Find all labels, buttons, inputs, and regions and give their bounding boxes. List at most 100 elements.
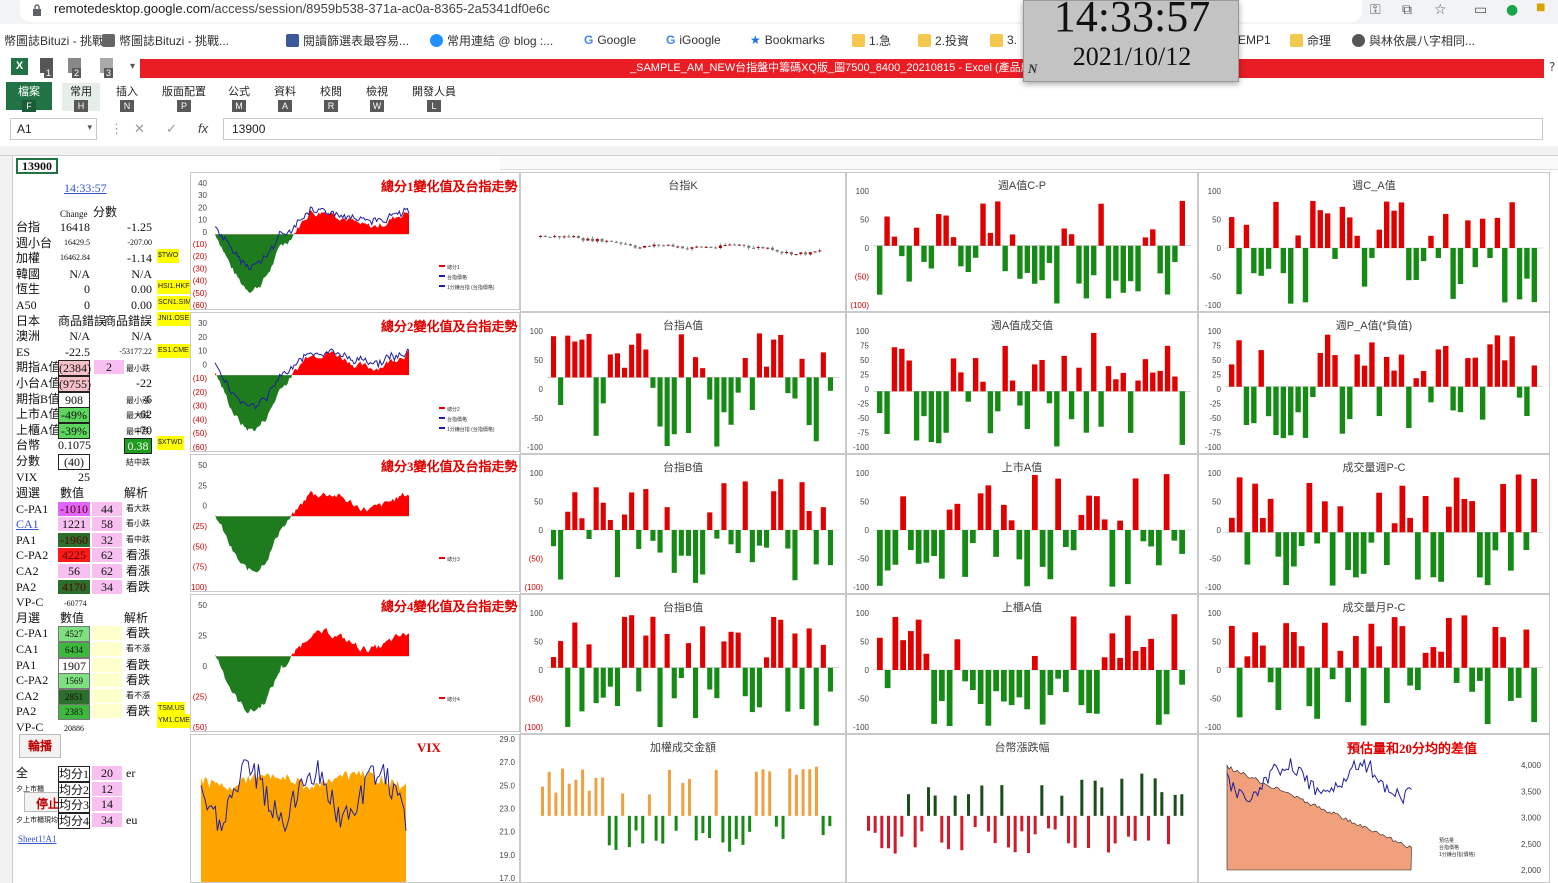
tab-page-layout[interactable]: 版面配置 P xyxy=(160,83,208,112)
tab-formulas[interactable]: 公式 M xyxy=(224,83,254,112)
tab-review[interactable]: 校閱 R xyxy=(316,83,346,112)
legend-label: 總分3 xyxy=(447,556,460,563)
bar-up xyxy=(977,493,984,530)
vix-area xyxy=(201,769,406,882)
bookmark-folder-4[interactable]: 命理 xyxy=(1290,31,1331,49)
tab-insert[interactable]: 插入 N xyxy=(112,83,142,112)
bar-down xyxy=(1484,667,1491,725)
candle-body xyxy=(804,252,808,255)
candle-body xyxy=(595,238,599,242)
bar-down xyxy=(1329,532,1336,586)
bar-up xyxy=(1391,617,1398,668)
bar-down xyxy=(607,815,611,846)
bookmark-2[interactable]: 幣圖誌Bituzi - 挑戰... xyxy=(102,31,229,49)
y-tick-label: (60) xyxy=(193,443,208,451)
rotate-button[interactable]: 輪播 xyxy=(19,734,61,758)
tab-developer[interactable]: 開發人員 L xyxy=(410,83,458,112)
bar-down xyxy=(1515,667,1522,698)
bookmark-bookmarks[interactable]: ★ Bookmarks xyxy=(750,31,825,49)
bar-up xyxy=(601,777,605,816)
name-box[interactable]: A1 ▾ xyxy=(10,118,97,140)
bar-down xyxy=(1360,667,1367,726)
bar-down xyxy=(1167,815,1170,845)
week-vol-chart: 100 75 50 25 0 -25 -50 -75 -100 週A值成交值 xyxy=(846,312,1198,454)
bar-down xyxy=(962,670,968,682)
bar-up xyxy=(954,503,961,530)
bar-down xyxy=(607,667,613,687)
y-tick-label: 25 xyxy=(1212,371,1221,380)
wt-vol-chart: 加權成交金額 xyxy=(520,734,846,883)
cell-a1[interactable]: 13900 xyxy=(16,158,58,174)
share-icon[interactable]: ● xyxy=(1506,2,1518,18)
bar-down xyxy=(1179,530,1185,554)
star-icon[interactable]: ☆ xyxy=(1434,2,1447,18)
bookmark-google[interactable]: G Google xyxy=(584,31,636,49)
bar-up xyxy=(980,381,986,392)
y-tick-label: 25 xyxy=(198,481,207,490)
bar-down xyxy=(1024,670,1030,710)
chart-title: 加權成交金額 xyxy=(650,742,716,754)
candle-body xyxy=(723,245,727,247)
average-button[interactable]: 均分4 xyxy=(58,812,90,829)
chat-icon[interactable]: ▭ xyxy=(1474,2,1487,18)
week-cp-chart: 100 50 0 (50) (100) 週A值C-P xyxy=(846,172,1198,312)
chart-plot: 50 25 0 (25) (50) (75) (100) 總分3 xyxy=(191,461,460,591)
bar-down xyxy=(634,815,638,831)
chart-plot: 100500(50)(100) xyxy=(524,469,839,592)
bookmark-bazi[interactable]: 與林依晨八字相同... xyxy=(1352,31,1475,49)
insert-function-icon[interactable]: fx xyxy=(198,121,208,136)
bar-down xyxy=(1360,532,1367,574)
bar-down xyxy=(1453,667,1460,683)
bar-up xyxy=(1369,342,1375,387)
chart-title: 總分2變化值及台指走勢 xyxy=(381,319,518,334)
cancel-icon[interactable]: ✕ xyxy=(134,121,145,137)
candle-body xyxy=(718,245,722,249)
tab-file[interactable]: 檔案 F xyxy=(6,82,52,112)
bar-up xyxy=(567,783,571,816)
tab-view[interactable]: 檢視 W xyxy=(362,83,392,112)
tab-home[interactable]: 常用 H xyxy=(62,83,100,112)
bookmark-igoogle[interactable]: GiGoogle xyxy=(666,31,721,49)
candle-body xyxy=(676,246,680,248)
key-icon[interactable]: ⚿ xyxy=(1370,2,1381,18)
formula-input[interactable]: 13900 xyxy=(223,118,1543,140)
bar-up xyxy=(685,643,691,668)
bar-up xyxy=(1244,656,1251,668)
bookmark-folder-2[interactable]: 2.投資 xyxy=(918,31,969,49)
row-value: -39% xyxy=(58,422,90,439)
bar-up xyxy=(1101,657,1108,670)
average-button[interactable]: 均分2 xyxy=(58,781,90,798)
bar-up xyxy=(801,769,805,816)
average-button[interactable]: 均分3 xyxy=(58,797,90,813)
month-value: 1569 xyxy=(58,673,90,690)
average-button[interactable]: 均分1 xyxy=(58,766,90,782)
bar-up xyxy=(579,339,585,378)
bar-up xyxy=(1086,495,1092,530)
chevron-down-icon[interactable]: ▾ xyxy=(87,122,92,133)
open-external-icon[interactable]: ⧉ xyxy=(1402,2,1412,18)
week-value: 1221 xyxy=(58,517,90,532)
bookmark-3[interactable]: 閱讀篩選表最容易... xyxy=(286,31,409,49)
month-note: 看不漲 xyxy=(126,644,150,653)
chart-plot: 100500-50-100 xyxy=(853,469,1191,592)
bar-down xyxy=(970,530,976,544)
enter-icon[interactable]: ✓ xyxy=(166,121,177,137)
bar-down xyxy=(1156,530,1162,566)
extension-icon[interactable]: ■ xyxy=(1536,2,1545,13)
bar-up xyxy=(771,339,777,378)
bar-down xyxy=(614,815,618,850)
month-label: C-PA1 xyxy=(16,626,49,641)
bar-down xyxy=(694,815,698,841)
help-icon[interactable]: ? xyxy=(1549,60,1555,74)
bookmark-folder-1[interactable]: 1.急 xyxy=(852,31,891,49)
bookmark-emp1[interactable]: EMP1 xyxy=(1238,31,1271,49)
bookmark-folder-3[interactable]: 3. xyxy=(990,31,1017,49)
tab-data[interactable]: 資料 A xyxy=(270,83,300,112)
bookmark-1[interactable]: 幣圖誌Bituzi - 挑戰... xyxy=(4,31,114,49)
y-tick-label: 23.0 xyxy=(499,805,515,814)
bar-down xyxy=(972,245,979,258)
sheet-link[interactable]: Sheet1!A1 xyxy=(18,832,57,846)
bookmark-4[interactable]: 常用連結 @ blog :... xyxy=(430,31,553,49)
y-tick-label: 50 xyxy=(1212,216,1221,225)
customize-qat-icon[interactable]: ▾ xyxy=(130,61,135,72)
